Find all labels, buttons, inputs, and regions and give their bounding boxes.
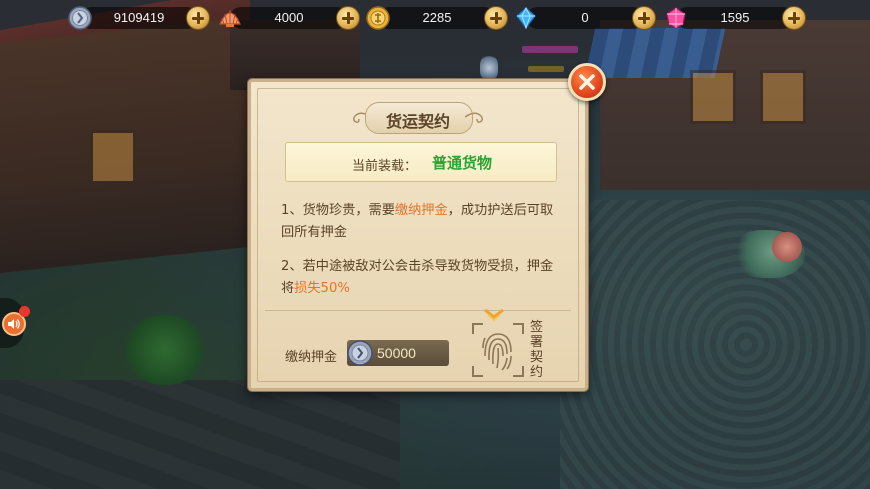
- resource-track: 9109419: [80, 7, 198, 29]
- sign-contract-label[interactable]: 签署契约: [530, 320, 546, 380]
- silver-coin-icon: [347, 340, 373, 366]
- flourish-icon: [465, 112, 483, 123]
- resource-value: 2285: [422, 10, 452, 25]
- add-gem-button[interactable]: [782, 6, 806, 30]
- resource-track: 1595: [676, 7, 794, 29]
- window: [690, 70, 736, 124]
- resource-value: 0: [581, 10, 589, 25]
- pink-gem-icon: [666, 7, 686, 29]
- cargo-value: 普通货物: [432, 154, 493, 172]
- resource-value: 1595: [720, 10, 750, 25]
- deposit-label: 缴纳押金: [285, 350, 338, 365]
- chevron-down-icon: [484, 308, 504, 322]
- rule-highlight: 缴纳押金: [394, 203, 448, 218]
- resource-gem: 1595: [666, 6, 806, 30]
- npc-head: [772, 232, 802, 262]
- window: [90, 130, 136, 184]
- resource-bar: 9109419 4000 2285 0 1595: [0, 0, 870, 36]
- deposit-amount: 50000: [377, 345, 416, 361]
- add-shell-button[interactable]: [336, 6, 360, 30]
- fingerprint-icon[interactable]: [471, 322, 525, 378]
- npc-nameplate: [528, 66, 564, 72]
- cargo-label: 当前装载：: [352, 159, 418, 174]
- cobblestone-street: [560, 200, 870, 489]
- current-cargo-box: 当前装载： 普通货物: [285, 142, 557, 182]
- rule-1: 1、货物珍贵，需要缴纳押金，成功护送后可取回所有押金: [281, 200, 566, 244]
- silver-coin-icon: [68, 6, 92, 30]
- resource-shell: 4000: [219, 6, 360, 30]
- resource-value: 4000: [274, 10, 304, 25]
- rule-2: 2、若中途被敌对公会击杀导致货物受损，押金将损失50%: [281, 256, 566, 300]
- window: [760, 70, 806, 124]
- add-diamond-button[interactable]: [632, 6, 656, 30]
- resource-track: 0: [526, 7, 644, 29]
- speaker-icon: [8, 319, 20, 329]
- shell-icon: [219, 10, 241, 27]
- add-gold-coin-button[interactable]: [484, 6, 508, 30]
- close-icon: [579, 74, 595, 90]
- divider: [265, 310, 571, 311]
- contract-rules: 1、货物珍贵，需要缴纳押金，成功护送后可取回所有押金 2、若中途被敌对公会击杀导…: [281, 200, 566, 312]
- gold-coin-icon: [366, 6, 390, 30]
- npc-nameplate: [522, 46, 578, 53]
- resource-value: 9109419: [113, 10, 165, 25]
- blue-diamond-icon: [516, 6, 536, 30]
- stone-pavement: [0, 380, 400, 489]
- bush: [120, 315, 210, 385]
- add-silver-coin-button[interactable]: [186, 6, 210, 30]
- resource-gold-coin: 2285: [366, 6, 508, 30]
- resource-track: 4000: [230, 7, 348, 29]
- close-button[interactable]: [568, 63, 606, 101]
- cargo-contract-dialog: 货运契约 当前装载： 普通货物 1、货物珍贵，需要缴纳押金，成功护送后可取回所有…: [248, 79, 588, 391]
- resource-track: 2285: [378, 7, 496, 29]
- notification-dot: [19, 306, 30, 317]
- dialog-title-plate: 货运契约: [351, 100, 485, 134]
- rule-text: 1、货物珍贵，需要: [281, 203, 395, 218]
- rule-highlight: 损失50%: [294, 281, 350, 296]
- resource-diamond: 0: [516, 6, 656, 30]
- resource-silver-coin: 9109419: [68, 6, 210, 30]
- npc-character-distant[interactable]: [480, 55, 498, 81]
